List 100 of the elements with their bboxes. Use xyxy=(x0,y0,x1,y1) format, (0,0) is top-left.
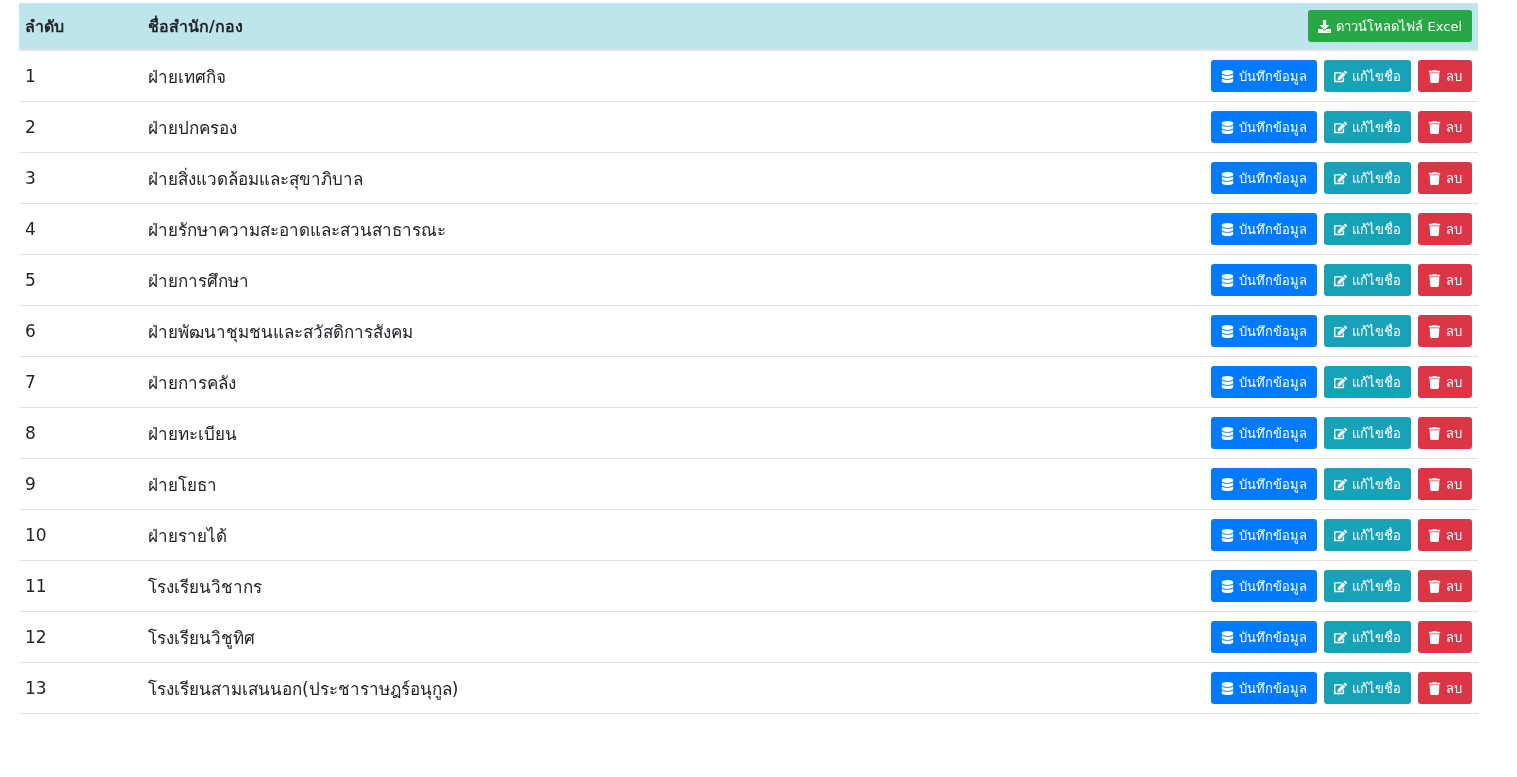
trash-icon xyxy=(1428,69,1441,83)
save-button[interactable]: บันทึกข้อมูล xyxy=(1211,366,1317,398)
table-cell-text: ฝ่ายทะเบียน xyxy=(148,422,237,446)
delete-button[interactable]: ลบ xyxy=(1418,264,1472,296)
save-button[interactable]: บันทึกข้อมูล xyxy=(1211,468,1317,500)
table-cell: 5 xyxy=(25,270,36,290)
edit-name-button[interactable]: แก้ไขชื่อ xyxy=(1324,417,1411,449)
database-icon xyxy=(1221,222,1234,236)
delete-button[interactable]: ลบ xyxy=(1418,621,1472,653)
table-cell: 2 xyxy=(25,117,36,137)
delete-button[interactable]: ลบ xyxy=(1418,60,1472,92)
table-cell: 12 xyxy=(25,627,47,647)
save-button[interactable]: บันทึกข้อมูล xyxy=(1211,213,1317,245)
edit-icon xyxy=(1334,579,1347,593)
edit-name-button[interactable]: แก้ไขชื่อ xyxy=(1324,570,1411,602)
database-icon xyxy=(1221,375,1234,389)
save-button[interactable]: บันทึกข้อมูล xyxy=(1211,672,1317,704)
table-cell: 4 xyxy=(25,219,36,239)
delete-button[interactable]: ลบ xyxy=(1418,417,1472,449)
save-button[interactable]: บันทึกข้อมูล xyxy=(1211,315,1317,347)
table-cell-text: โรงเรียนวิชากร xyxy=(148,575,262,599)
trash-icon xyxy=(1428,426,1441,440)
edit-icon xyxy=(1334,120,1347,134)
edit-name-button[interactable]: แก้ไขชื่อ xyxy=(1324,162,1411,194)
table-cell: 8 xyxy=(25,423,36,443)
column-header: ชื่อสำนัก/กอง xyxy=(148,14,243,38)
edit-name-button[interactable]: แก้ไขชื่อ xyxy=(1324,111,1411,143)
table-cell: 13 xyxy=(25,678,47,698)
edit-name-button[interactable]: แก้ไขชื่อ xyxy=(1324,621,1411,653)
download-excel-button[interactable]: ดาวน์โหลดไฟล์ Excel xyxy=(1308,10,1472,42)
trash-icon xyxy=(1428,528,1441,542)
table-cell-text: ฝ่ายสิ่งแวดล้อมและสุขาภิบาล xyxy=(148,166,363,192)
edit-icon xyxy=(1334,681,1347,695)
table-cell: 9 xyxy=(25,474,36,494)
table-cell-text: ฝ่ายรายได้ xyxy=(148,524,227,548)
edit-icon xyxy=(1334,477,1347,491)
table-cell-text: ฝ่ายพัฒนาชุมชนและสวัสดิการสังคม xyxy=(148,320,413,345)
edit-icon xyxy=(1334,528,1347,542)
table-cell-text: โรงเรียนสามเสนนอก(ประชาราษฎร์อนุกูล) xyxy=(148,677,459,702)
edit-name-button[interactable]: แก้ไขชื่อ xyxy=(1324,366,1411,398)
database-icon xyxy=(1221,426,1234,440)
edit-icon xyxy=(1334,375,1347,389)
database-icon xyxy=(1221,324,1234,338)
trash-icon xyxy=(1428,273,1441,287)
edit-name-button[interactable]: แก้ไขชื่อ xyxy=(1324,519,1411,551)
database-icon xyxy=(1221,171,1234,185)
delete-button[interactable]: ลบ xyxy=(1418,111,1472,143)
delete-button[interactable]: ลบ xyxy=(1418,162,1472,194)
edit-name-button[interactable]: แก้ไขชื่อ xyxy=(1324,468,1411,500)
save-button[interactable]: บันทึกข้อมูล xyxy=(1211,621,1317,653)
database-icon xyxy=(1221,69,1234,83)
edit-name-button[interactable]: แก้ไขชื่อ xyxy=(1324,213,1411,245)
database-icon xyxy=(1221,630,1234,644)
save-button[interactable]: บันทึกข้อมูล xyxy=(1211,519,1317,551)
trash-icon xyxy=(1428,222,1441,236)
save-button[interactable]: บันทึกข้อมูล xyxy=(1211,60,1317,92)
table-cell-text: ฝ่ายปกครอง xyxy=(148,116,237,140)
table-cell-text: ฝ่ายการศึกษา xyxy=(148,269,249,293)
trash-icon xyxy=(1428,681,1441,695)
trash-icon xyxy=(1428,630,1441,644)
delete-button[interactable]: ลบ xyxy=(1418,315,1472,347)
table-cell-text: โรงเรียนวิชูทิศ xyxy=(148,626,255,651)
edit-name-button[interactable]: แก้ไขชื่อ xyxy=(1324,672,1411,704)
delete-button[interactable]: ลบ xyxy=(1418,570,1472,602)
edit-name-button[interactable]: แก้ไขชื่อ xyxy=(1324,264,1411,296)
edit-name-button[interactable]: แก้ไขชื่อ xyxy=(1324,60,1411,92)
database-icon xyxy=(1221,579,1234,593)
database-icon xyxy=(1221,681,1234,695)
trash-icon xyxy=(1428,579,1441,593)
trash-icon xyxy=(1428,171,1441,185)
trash-icon xyxy=(1428,477,1441,491)
table-cell-text: ฝ่ายรักษาความสะอาดและสวนสาธารณะ xyxy=(148,218,446,242)
edit-icon xyxy=(1334,171,1347,185)
table-cell: 3 xyxy=(25,168,36,188)
edit-icon xyxy=(1334,630,1347,644)
save-button[interactable]: บันทึกข้อมูล xyxy=(1211,111,1317,143)
edit-icon xyxy=(1334,324,1347,338)
delete-button[interactable]: ลบ xyxy=(1418,672,1472,704)
column-header: ลำดับ xyxy=(25,15,64,38)
database-icon xyxy=(1221,477,1234,491)
database-icon xyxy=(1221,120,1234,134)
table-cell: 6 xyxy=(25,321,36,341)
save-button[interactable]: บันทึกข้อมูล xyxy=(1211,417,1317,449)
edit-icon xyxy=(1334,222,1347,236)
table-cell: 7 xyxy=(25,372,36,392)
delete-button[interactable]: ลบ xyxy=(1418,213,1472,245)
delete-button[interactable]: ลบ xyxy=(1418,468,1472,500)
save-button[interactable]: บันทึกข้อมูล xyxy=(1211,162,1317,194)
table-cell: 11 xyxy=(25,576,47,596)
table-cell-text: ฝ่ายการคลัง xyxy=(148,371,236,395)
delete-button[interactable]: ลบ xyxy=(1418,366,1472,398)
edit-icon xyxy=(1334,273,1347,287)
table-cell-text: ฝ่ายโยธา xyxy=(148,473,217,497)
save-button[interactable]: บันทึกข้อมูล xyxy=(1211,264,1317,296)
save-button[interactable]: บันทึกข้อมูล xyxy=(1211,570,1317,602)
edit-name-button[interactable]: แก้ไขชื่อ xyxy=(1324,315,1411,347)
trash-icon xyxy=(1428,375,1441,389)
edit-icon xyxy=(1334,426,1347,440)
table-cell: 10 xyxy=(25,525,47,545)
delete-button[interactable]: ลบ xyxy=(1418,519,1472,551)
